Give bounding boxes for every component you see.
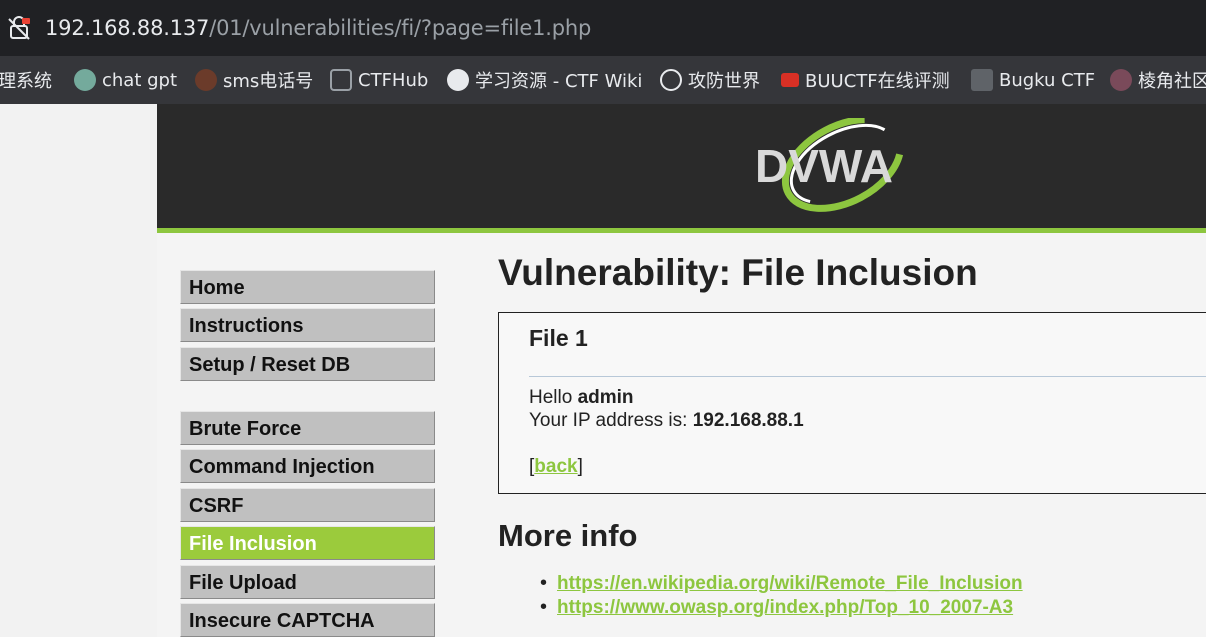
list-item: https://en.wikipedia.org/wiki/Remote_Fil… (540, 572, 1023, 596)
greeting-username: admin (577, 387, 634, 408)
bookmark-item[interactable]: sms电话号 (195, 67, 313, 93)
bookmark-label: 理系统 (0, 71, 52, 92)
bracket-close: ] (577, 456, 583, 477)
greeting-line: Hello admin (529, 387, 634, 409)
bookmark-item[interactable]: 攻防世界 (660, 67, 760, 93)
ip-prefix: Your IP address is: (529, 410, 693, 431)
buuctf-icon (781, 73, 799, 87)
lengjiao-icon (1110, 69, 1132, 91)
divider (529, 376, 1206, 377)
back-link[interactable]: back (534, 456, 577, 477)
bookmark-label: sms电话号 (223, 71, 314, 92)
menu-item-instructions[interactable]: Instructions (180, 308, 435, 342)
globe-icon (660, 69, 682, 91)
ip-value: 192.168.88.1 (692, 410, 804, 431)
bookmark-item[interactable]: Bugku CTF (971, 67, 1095, 93)
bookmarks-bar: 理系统 chat gpt sms电话号 CTFHub 学习资源 - CTF Wi… (0, 56, 1206, 104)
menu-item-csrf[interactable]: CSRF (180, 488, 435, 522)
bookmark-label: 攻防世界 (688, 71, 760, 92)
bookmark-label: BUUCTF在线评测 (805, 71, 950, 92)
logo-text: DVWA (755, 140, 893, 192)
ctfhub-icon (330, 69, 352, 91)
greeting-prefix: Hello (529, 387, 578, 408)
file-heading: File 1 (529, 325, 588, 351)
page-title: Vulnerability: File Inclusion (498, 252, 978, 293)
page-margin (0, 104, 157, 637)
bookmark-label: Bugku CTF (999, 69, 1096, 91)
bookmark-label: CTFHub (358, 69, 429, 91)
list-item: https://www.owasp.org/index.php/Top_10_2… (540, 596, 1023, 620)
back-line: [back] (529, 456, 583, 478)
menu-item-insecure-captcha[interactable]: Insecure CAPTCHA (180, 603, 435, 637)
bookmark-item[interactable]: chat gpt (74, 67, 177, 93)
url-text[interactable]: 192.168.88.137/01/vulnerabilities/fi/?pa… (45, 16, 591, 40)
bookmark-item[interactable]: 棱角社区 (1110, 67, 1206, 93)
dvwa-logo: DVWA (755, 118, 905, 212)
wikipedia-link[interactable]: https://en.wikipedia.org/wiki/Remote_Fil… (557, 573, 1023, 594)
menu-item-file-inclusion[interactable]: File Inclusion (180, 526, 435, 560)
site-header: DVWA (157, 104, 1206, 228)
chatgpt-icon (74, 69, 96, 91)
url-host: 192.168.88.137 (45, 16, 210, 40)
bookmark-item[interactable]: 学习资源 - CTF Wiki (447, 67, 642, 93)
ctfwiki-icon (447, 69, 469, 91)
more-info-links: https://en.wikipedia.org/wiki/Remote_Fil… (540, 572, 1023, 620)
bookmark-item[interactable]: BUUCTF在线评测 (781, 67, 950, 93)
url-path: /01/vulnerabilities/fi/?page=file1.php (209, 16, 592, 40)
menu-item-home[interactable]: Home (180, 270, 435, 304)
bookmark-item[interactable]: 理系统 (0, 67, 52, 93)
ip-line: Your IP address is: 192.168.88.1 (529, 410, 804, 432)
menu-item-file-upload[interactable]: File Upload (180, 565, 435, 599)
bookmark-label: chat gpt (102, 69, 178, 91)
address-bar[interactable]: 192.168.88.137/01/vulnerabilities/fi/?pa… (0, 0, 1206, 56)
bookmark-label: 棱角社区 (1138, 71, 1206, 92)
menu-item-brute-force[interactable]: Brute Force (180, 411, 435, 445)
bookmark-label: 学习资源 - CTF Wiki (475, 71, 643, 92)
menu-item-command-injection[interactable]: Command Injection (180, 449, 435, 483)
insecure-lock-icon[interactable] (8, 16, 30, 40)
bookmark-item[interactable]: CTFHub (330, 67, 428, 93)
bugku-icon (971, 69, 993, 91)
sms-icon (195, 69, 217, 91)
file-output-box: File 1 Hello admin Your IP address is: 1… (498, 312, 1206, 494)
owasp-link[interactable]: https://www.owasp.org/index.php/Top_10_2… (557, 597, 1013, 618)
more-info-heading: More info (498, 518, 638, 553)
menu-item-setup-reset-db[interactable]: Setup / Reset DB (180, 347, 435, 381)
